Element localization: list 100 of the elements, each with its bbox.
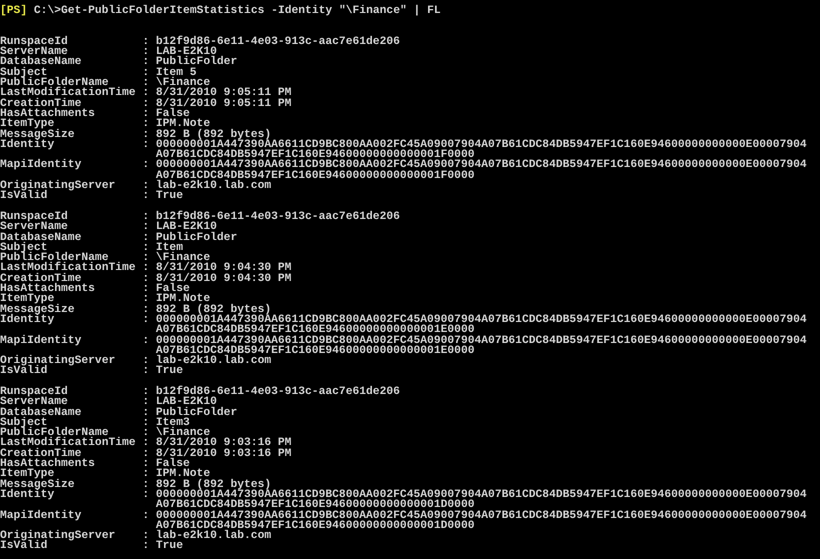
separator-colon: : [142,212,150,222]
separator-colon: : [142,386,150,398]
property-value: PublicFolder [156,57,238,68]
property-name: IsValid [0,366,48,377]
separator-colon: : [142,274,150,284]
property-name: CreationTime [0,98,82,109]
separator-colon: : [142,160,150,174]
separator-colon: : [142,140,150,153]
property-name: Subject [0,242,48,254]
separator-colon: : [142,191,150,202]
property-name: OriginatingServer [0,181,116,192]
property-name: Subject [0,418,48,428]
separator-colon: : [142,36,150,48]
separator-colon: : [142,459,150,470]
property-value: LAB-E2K10 [156,397,217,408]
separator-colon: : [142,263,150,274]
separator-colon: : [142,98,150,109]
separator-colon: : [142,222,150,233]
property-name: RunspaceId [0,386,69,398]
prompt-tag: [PS] [0,6,28,16]
property-name: IsValid [0,541,48,552]
property-value: False [156,108,190,120]
property-name: ItemType [0,119,54,130]
separator-colon: : [142,510,150,524]
separator-colon: : [142,232,150,243]
property-name: DatabaseName [0,408,82,418]
property-value: b12f9d86-6e11-4e03-913c-aac7e61de206 [156,386,400,398]
property-value: 892 B (892 bytes) [156,480,272,490]
property-value: lab-e2k10.lab.com [156,356,272,366]
property-name: MapiIdentity [0,160,82,174]
separator-colon: : [142,356,150,366]
property-value: True [156,366,183,377]
separator-colon: : [142,88,150,99]
separator-colon: : [142,304,150,315]
separator-colon: : [142,130,150,140]
property-name: LastModificationTime [0,263,136,274]
property-value: False [156,459,190,470]
property-value: 892 B (892 bytes) [156,130,272,140]
property-value: b12f9d86-6e11-4e03-913c-aac7e61de206 [156,36,400,48]
property-name: LastModificationTime [0,438,136,449]
property-name: Identity [0,140,54,153]
property-value: PublicFolder [156,232,238,243]
property-value: 8/31/2010 9:03:16 PM [156,438,292,449]
property-value: IPM.Note [156,469,210,480]
property-name: RunspaceId [0,36,69,48]
separator-colon: : [142,438,150,449]
property-name: MapiIdentity [0,336,82,348]
property-value: 000000001A447390AA6611CD9BC800AA002FC45A09007904A07B61CDC84DB5947EF1C160E94600000000000E00007904 [156,336,807,346]
separator-colon: : [142,397,150,408]
property-value: 000000001A447390AA6611CD9BC800AA002FC45A09007904A07B61CDC84DB5947EF1C160E94600000000000E00007904 [156,490,807,500]
property-name: ItemType [0,294,54,305]
property-value: 000000001A447390AA6611CD9BC800AA002FC45A09007904A07B61CDC84DB5947EF1C160E94600000000000E00007904 [156,314,807,326]
property-value: False [156,284,190,294]
separator-colon: : [142,78,150,88]
separator-colon: : [142,108,150,120]
property-name: DatabaseName [0,232,82,243]
property-name: MapiIdentity [0,510,82,524]
separator-colon: : [142,47,150,58]
property-name: ServerName [0,222,68,233]
property-value: A07B61CDC84DB5947EF1C160E94600000000000001E0000 [156,325,474,336]
separator-colon: : [142,68,150,78]
property-value: 892 B (892 bytes) [156,304,272,315]
property-value: True [156,191,183,202]
property-value: 000000001A447390AA6611CD9BC800AA002FC45A09007904A07B61CDC84DB5947EF1C160E94600000000000E00007904 [156,160,807,171]
separator-colon: : [142,253,150,264]
property-name: IsValid [0,191,48,202]
property-name: ServerName [0,397,68,408]
command-text: C:\>Get-PublicFolderItemStatistics -Identity "\Finance" | FL [34,6,441,16]
separator-colon: : [142,294,150,305]
property-value: LAB-E2K10 [156,222,217,233]
separator-colon: : [142,314,150,328]
separator-colon: : [142,57,150,68]
separator-colon: : [142,242,150,254]
separator-colon: : [142,119,150,130]
property-name: MessageSize [0,130,76,140]
property-value: 8/31/2010 9:04:30 PM [156,263,292,274]
property-name: Identity [0,490,54,503]
separator-colon: : [142,428,150,438]
separator-colon: : [142,531,150,542]
separator-colon: : [142,490,150,503]
property-value: lab-e2k10.lab.com [156,181,272,192]
property-name: DatabaseName [0,57,82,68]
property-name: OriginatingServer [0,356,116,366]
property-name: OriginatingServer [0,531,116,542]
property-value: 000000001A447390AA6611CD9BC800AA002FC45A09007904A07B61CDC84DB5947EF1C160E94600000000000E00007904 [156,510,807,521]
separator-colon: : [142,366,150,377]
property-name: Identity [0,314,54,328]
separator-colon: : [142,336,150,348]
property-value: 000000001A447390AA6611CD9BC800AA002FC45A09007904A07B61CDC84DB5947EF1C160E94600000000000E00007904 [156,140,807,150]
property-name: HasAttachments [0,284,96,294]
property-name: LastModificationTime [0,88,136,99]
property-value: IPM.Note [156,119,210,130]
separator-colon: : [142,448,150,460]
separator-colon: : [142,541,150,552]
separator-colon: : [142,284,150,294]
separator-colon: : [142,408,150,418]
property-name: HasAttachments [0,459,96,470]
property-name: MessageSize [0,480,76,490]
property-value: 8/31/2010 9:05:11 PM [156,88,292,99]
property-value: IPM.Note [156,294,210,305]
